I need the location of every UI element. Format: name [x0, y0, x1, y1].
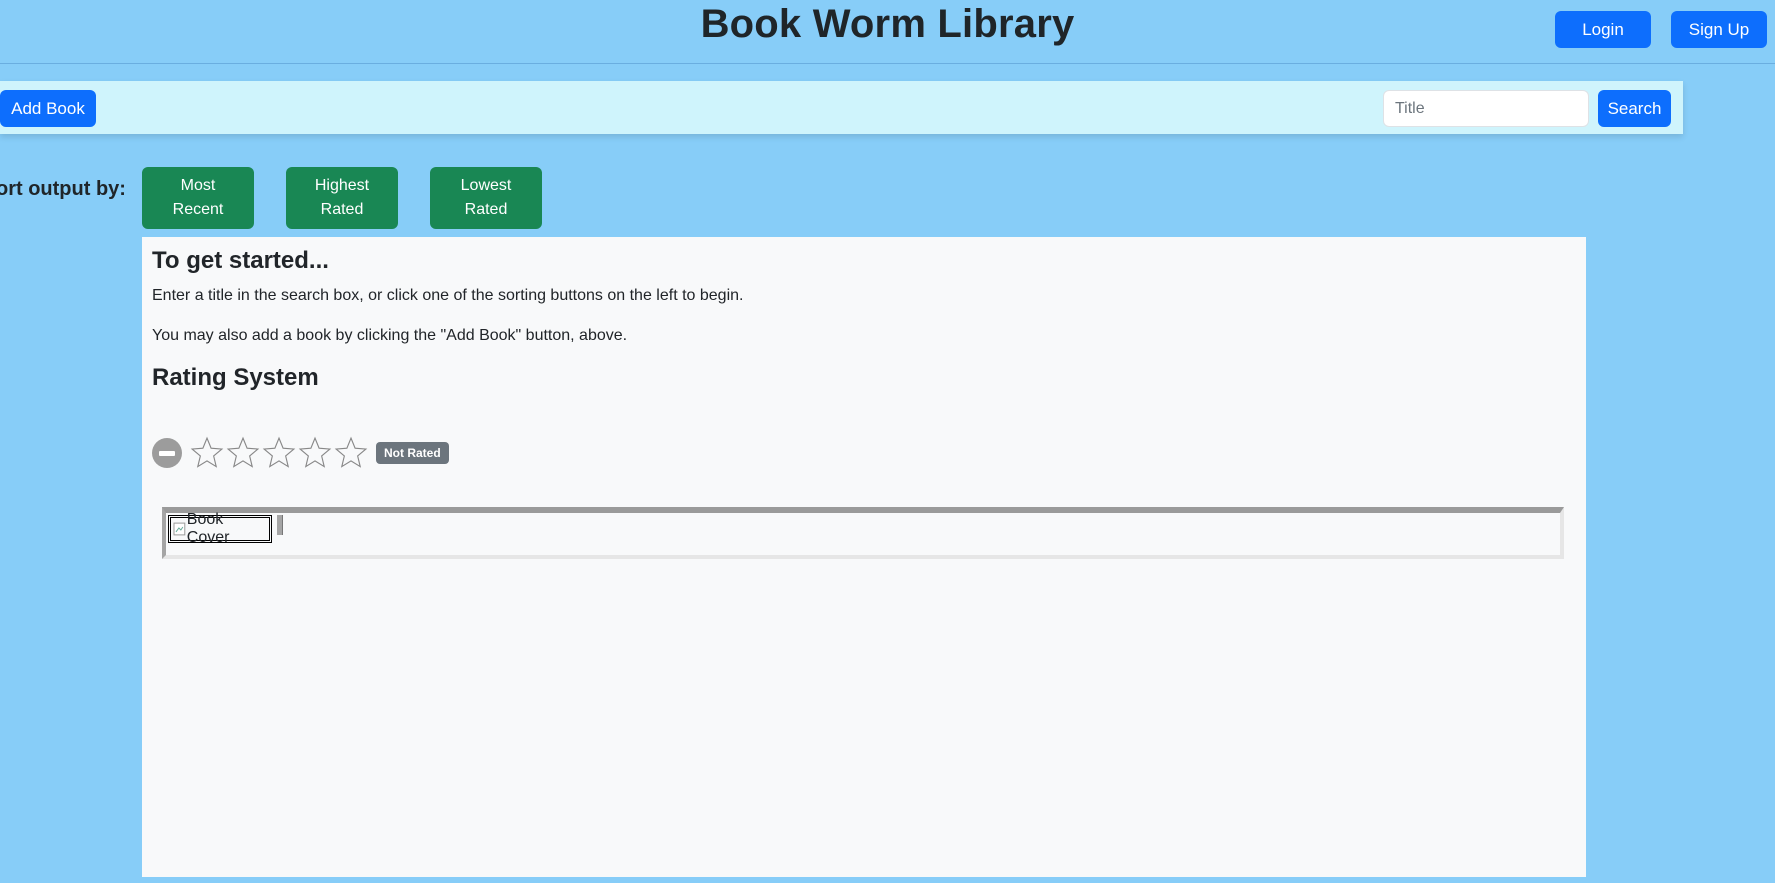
rating-status-badge: Not Rated [376, 442, 449, 464]
star-outline-icon[interactable] [190, 436, 224, 470]
book-list-frame: Book Cover [162, 507, 1564, 559]
star-outline-icon[interactable] [334, 436, 368, 470]
add-book-button[interactable]: Add Book [0, 90, 96, 127]
getting-started-heading: To get started... [152, 247, 329, 274]
sort-lowest-rated-button[interactable]: Lowest Rated [430, 167, 542, 229]
star-outline-icon[interactable] [262, 436, 296, 470]
instructions-text: Enter a title in the search box, or clic… [152, 287, 744, 304]
book-cover-image[interactable]: Book Cover [168, 511, 272, 546]
search-button[interactable]: Search [1598, 90, 1671, 127]
rating-widget: Not Rated [152, 435, 449, 471]
sign-up-button[interactable]: Sign Up [1671, 11, 1767, 48]
star-outline-icon[interactable] [298, 436, 332, 470]
sort-most-recent-button[interactable]: Most Recent [142, 167, 254, 229]
add-book-hint-text: You may also add a book by clicking the … [152, 327, 628, 344]
sort-button-label: Most Recent [172, 177, 224, 218]
book-cover-alt-text: Book Cover [186, 511, 230, 546]
sort-button-label: Lowest Rated [460, 177, 512, 218]
site-title: Book Worm Library [700, 2, 1075, 46]
content-panel: To get started... Enter a title in the s… [142, 237, 1586, 877]
star-outline-icon[interactable] [226, 436, 260, 470]
rating-system-heading: Rating System [152, 364, 319, 391]
sort-button-label: Highest Rated [314, 177, 370, 218]
toolbar: Add Book Search [0, 81, 1683, 134]
sort-label: ort output by: [0, 178, 126, 200]
broken-image-icon [173, 522, 186, 536]
login-button[interactable]: Login [1555, 11, 1651, 48]
search-input[interactable] [1383, 90, 1589, 127]
minus-circle-icon[interactable] [152, 438, 182, 468]
sort-highest-rated-button[interactable]: Highest Rated [286, 167, 398, 229]
site-header: Book Worm Library Login Sign Up [0, 0, 1775, 64]
frame-divider [277, 515, 283, 535]
